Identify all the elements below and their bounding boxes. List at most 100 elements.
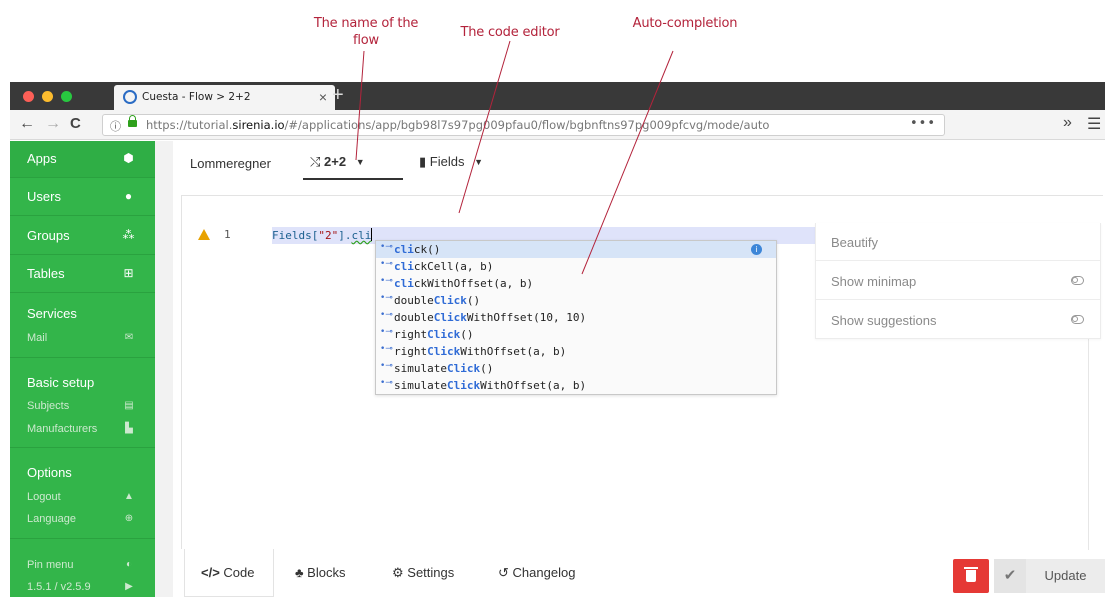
browser-window: Cuesta - Flow > 2+2 × + ← → C ⓘ https://… xyxy=(10,82,1105,597)
suggestion-item[interactable]: •⊸ clickWithOffset(a, b) xyxy=(376,275,776,292)
line-number: 1 xyxy=(224,228,231,241)
suggestion-item[interactable]: •⊸ doubleClick() xyxy=(376,292,776,309)
chevron-down-icon[interactable]: ▼ xyxy=(474,157,483,167)
sidebar-item-manufacturers[interactable]: Manufacturers xyxy=(27,423,97,435)
sidebar-section-basic-setup[interactable]: Basic setup xyxy=(27,375,94,390)
info-icon[interactable]: ⓘ xyxy=(110,118,121,134)
update-button[interactable]: Update xyxy=(1026,559,1105,593)
globe-icon: ⊕ xyxy=(124,513,134,524)
maximize-window-button[interactable] xyxy=(61,91,72,102)
url-text: https://tutorial.sirenia.io/#/applicatio… xyxy=(146,118,770,132)
warning-icon[interactable] xyxy=(198,229,210,240)
sidebar-scrollbar[interactable] xyxy=(155,141,173,597)
suggestion-text: rightClick() xyxy=(394,328,474,341)
text-cursor xyxy=(371,228,373,241)
bottom-tabs: </> Code ♣ Blocks ⚙ Settings ↺ Changelog… xyxy=(173,549,1105,597)
annotation-autocompletion: Auto-completion xyxy=(632,16,738,31)
tab-settings[interactable]: ⚙ Settings xyxy=(392,565,454,581)
group-icon: ⁂ xyxy=(122,228,135,242)
page-actions-button[interactable]: ••• xyxy=(910,116,936,131)
sidebar-item-subjects[interactable]: Subjects xyxy=(27,400,69,412)
autocomplete-popup: •⊸ click() i •⊸ clickCell(a, b) •⊸ clickWithOf… xyxy=(375,240,777,395)
tab-settings-label: Settings xyxy=(407,565,455,580)
method-icon: •⊸ xyxy=(380,276,393,286)
suggestion-item[interactable]: •⊸ doubleClickWithOffset(10, 10) xyxy=(376,309,776,326)
lock-icon xyxy=(128,115,137,127)
code-line[interactable]: Fields["2"].cli xyxy=(272,228,373,242)
back-button[interactable]: ← xyxy=(19,115,35,133)
info-icon[interactable]: i xyxy=(751,244,762,255)
method-icon: •⊸ xyxy=(380,361,393,371)
annotation-flow-name: The name of the flow xyxy=(313,16,419,48)
shuffle-icon: ⤭ xyxy=(310,154,321,169)
tab-changelog[interactable]: ↺ Changelog xyxy=(498,565,575,581)
new-tab-button[interactable]: + xyxy=(332,84,344,107)
sidebar-item-label: Tables xyxy=(27,266,65,281)
tab-close-icon[interactable]: × xyxy=(319,89,327,105)
tab-flow[interactable]: ⤭ 2+2 ▼ xyxy=(310,154,365,170)
show-suggestions-option[interactable]: Show suggestions xyxy=(816,301,1100,339)
table-icon: ⊞ xyxy=(123,266,134,280)
tab-blocks[interactable]: ♣ Blocks xyxy=(295,565,345,580)
toggle-icon[interactable]: ◐ xyxy=(123,559,135,570)
suggestion-item[interactable]: •⊸ rightClick() xyxy=(376,326,776,343)
reload-button[interactable]: C xyxy=(70,115,81,132)
tab-app[interactable]: Lommeregner xyxy=(190,156,271,171)
tab-code[interactable]: </> Code xyxy=(201,565,255,580)
check-icon[interactable]: ✔ xyxy=(994,559,1026,593)
sidebar-item-language[interactable]: Language xyxy=(27,513,76,525)
suggestion-text: doubleClick() xyxy=(394,294,481,307)
sidebar-item-label: Apps xyxy=(27,151,57,166)
history-icon: ↺ xyxy=(498,565,509,580)
close-window-button[interactable] xyxy=(23,91,34,102)
overflow-menu-button[interactable]: » xyxy=(1063,114,1072,132)
beautify-label: Beautify xyxy=(831,235,878,250)
minimap-toggle-icon[interactable] xyxy=(1071,276,1084,285)
method-icon: •⊸ xyxy=(380,378,393,388)
tab-fields[interactable]: ▮ Fields ▼ xyxy=(419,154,483,170)
tab-changelog-label: Changelog xyxy=(512,565,576,580)
sidebar-item-groups[interactable]: Groups ⁂ xyxy=(10,218,155,255)
fields-label: Fields xyxy=(429,154,465,169)
suggestion-item[interactable]: •⊸ rightClickWithOffset(a, b) xyxy=(376,343,776,360)
forward-button[interactable]: → xyxy=(45,115,61,133)
method-icon: •⊸ xyxy=(380,344,393,354)
method-icon: •⊸ xyxy=(380,293,393,303)
sidebar-divider xyxy=(10,357,155,358)
sidebar-item-mail[interactable]: Mail xyxy=(27,332,47,344)
browser-tab[interactable]: Cuesta - Flow > 2+2 × xyxy=(114,85,335,110)
suggestion-item[interactable]: •⊸ click() i xyxy=(376,241,776,258)
hamburger-menu-icon[interactable]: ☰ xyxy=(1087,114,1101,134)
method-icon: •⊸ xyxy=(380,310,393,320)
suggestion-text: clickCell(a, b) xyxy=(394,260,494,273)
sidebar-item-users[interactable]: Users ● xyxy=(10,179,155,216)
show-minimap-option[interactable]: Show minimap xyxy=(816,262,1100,300)
beautify-option[interactable]: Beautify xyxy=(816,223,1100,261)
address-bar[interactable]: ⓘ https://tutorial.sirenia.io/#/applicat… xyxy=(102,114,945,136)
sidebar-section-services[interactable]: Services xyxy=(27,306,77,321)
browser-toolbar: ← → C ⓘ https://tutorial.sirenia.io/#/ap… xyxy=(10,110,1105,140)
suggestion-item[interactable]: •⊸ simulateClickWithOffset(a, b) xyxy=(376,377,776,394)
suggestions-toggle-icon[interactable] xyxy=(1071,315,1084,324)
suggestion-item[interactable]: •⊸ simulateClick() xyxy=(376,360,776,377)
browser-tabbar: Cuesta - Flow > 2+2 × + xyxy=(10,82,1105,110)
flow-name: 2+2 xyxy=(324,154,347,169)
sidebar-item-tables[interactable]: Tables ⊞ xyxy=(10,256,155,293)
suggestion-text: doubleClickWithOffset(10, 10) xyxy=(394,311,587,324)
top-tabs: Lommeregner ⤭ 2+2 ▼ ▮ Fields ▼ xyxy=(173,141,1105,181)
sidebar-item-logout[interactable]: Logout xyxy=(27,491,61,503)
method-icon: •⊸ xyxy=(380,242,393,252)
minimize-window-button[interactable] xyxy=(42,91,53,102)
sidebar-section-options[interactable]: Options xyxy=(27,465,72,480)
delete-button[interactable] xyxy=(953,559,989,593)
sidebar-version: 1.5.1 / v2.5.9 xyxy=(27,581,91,593)
main-content: Lommeregner ⤭ 2+2 ▼ ▮ Fields ▼ 1 Fields[… xyxy=(155,141,1105,597)
suggestion-item[interactable]: •⊸ clickCell(a, b) xyxy=(376,258,776,275)
sidebar-item-pin-menu[interactable]: Pin menu xyxy=(27,559,73,571)
active-tab-indicator xyxy=(303,178,403,180)
annotation-code-editor: The code editor xyxy=(460,25,560,40)
blocks-icon: ♣ xyxy=(295,565,304,580)
chevron-down-icon[interactable]: ▼ xyxy=(356,157,365,167)
suggestion-text: simulateClickWithOffset(a, b) xyxy=(394,379,587,392)
sidebar-item-apps[interactable]: Apps ⬢ xyxy=(10,141,155,178)
